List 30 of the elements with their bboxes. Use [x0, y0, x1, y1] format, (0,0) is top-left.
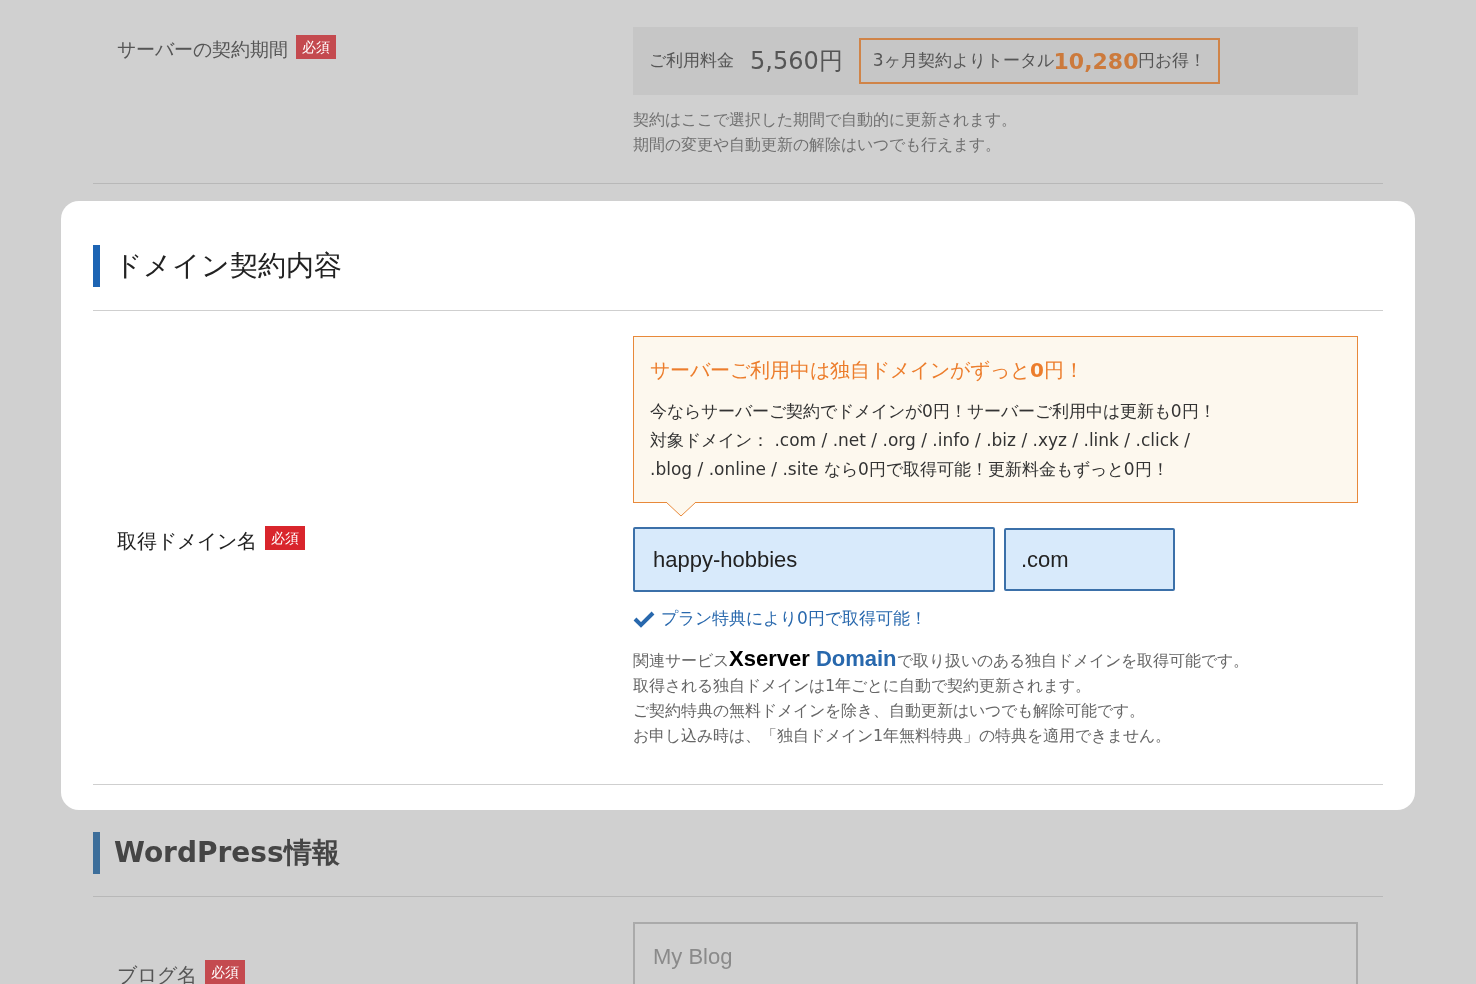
price-label: ご利用料金: [649, 49, 734, 73]
heading-accent-bar: [93, 832, 100, 874]
callout-title: サーバーご利用中は独自ドメインがずっと0円！: [650, 357, 1085, 384]
price-value: 5,560円: [750, 46, 843, 77]
note-text: ご契約特典の無料ドメインを除き、自動更新はいつでも解除可能です。: [633, 699, 1146, 722]
field-label: ブログ名: [117, 962, 197, 984]
note-text: 契約はここで選択した期間で自動的に更新されます。: [633, 109, 1018, 131]
section-title: WordPress情報: [114, 835, 340, 871]
heading-accent-bar: [93, 245, 100, 287]
service-logo: Xserver Domain: [729, 645, 897, 671]
callout-text: .blog / .online / .site なら0円で取得可能！更新料金もずっと0円！: [650, 458, 1170, 481]
callout-text: 今ならサーバーご契約でドメインが0円！サーバーご利用中は更新も0円！: [650, 400, 1217, 423]
note-text: で取り扱いのある独自ドメインを取得可能です。: [896, 649, 1249, 672]
availability-status: プラン特典により0円で取得可能！: [661, 607, 927, 630]
callout-text: 対象ドメイン： .com / .net / .org / .info / .biz / .xyz / .link / .click /: [650, 429, 1191, 452]
required-badge: 必須: [205, 960, 245, 984]
blog-name-input[interactable]: My Blog: [633, 922, 1358, 984]
checkmark-icon: [633, 609, 655, 628]
field-label: 取得ドメイン名: [117, 528, 257, 555]
note-text: お申し込み時は、「独自ドメイン1年無料特典」の特典を適用できません。: [633, 724, 1173, 747]
required-badge: 必須: [265, 526, 305, 550]
note-text: 取得される独自ドメインは1年ごとに自動で契約更新されます。: [633, 674, 1093, 697]
required-badge: 必須: [296, 35, 336, 59]
section-title: ドメイン契約内容: [114, 248, 342, 284]
field-label: サーバーの契約期間: [117, 37, 288, 62]
tld-input[interactable]: .com: [1004, 528, 1175, 591]
domain-name-input[interactable]: happy-hobbies: [633, 527, 995, 592]
note-text: 期間の変更や自動更新の解除はいつでも行えます。: [633, 134, 1002, 156]
savings-badge: 3ヶ月契約よりトータル10,280円お得！: [858, 38, 1221, 84]
note-text: 関連サービス: [633, 649, 729, 672]
